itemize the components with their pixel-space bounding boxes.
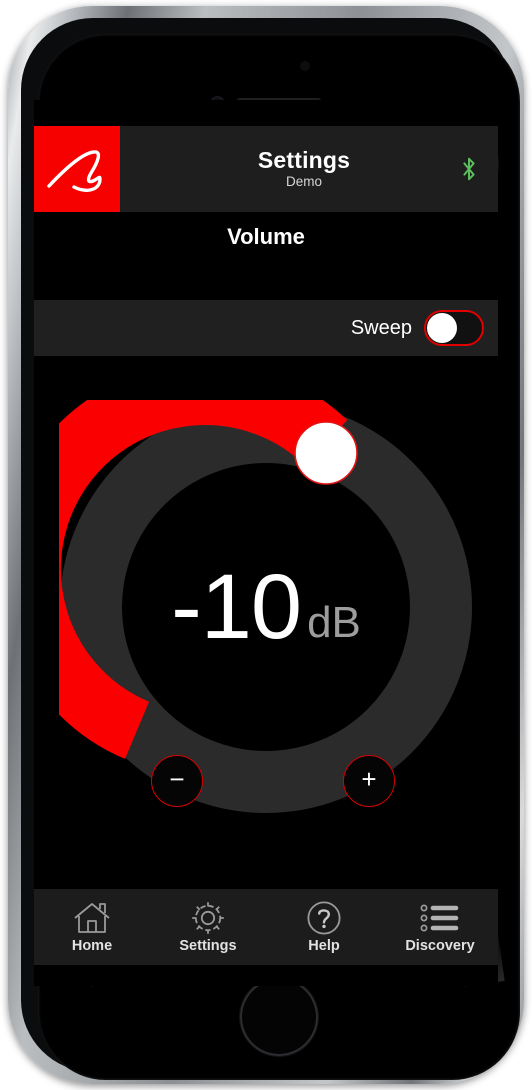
sweep-label: Sweep [350, 316, 412, 339]
martin-logan-signature-logo [47, 150, 102, 192]
sweep-row: Sweep [34, 300, 498, 356]
volume-dial[interactable]: -10 dB [59, 400, 473, 814]
tab-help-label: Help [308, 938, 340, 954]
volume-decrease-button[interactable]: − [151, 755, 203, 807]
page-subtitle: Demo [285, 174, 322, 190]
tab-discovery-label: Discovery [405, 938, 475, 954]
volume-increase-button[interactable]: + [343, 755, 395, 807]
dial-track [60, 401, 472, 813]
sweep-toggle-knob [427, 313, 457, 343]
gear-icon [189, 899, 227, 937]
proximity-sensor-icon [300, 61, 310, 71]
dial-handle[interactable] [294, 421, 358, 485]
header-titles: Settings Demo [110, 146, 498, 190]
tab-settings-label: Settings [179, 938, 237, 954]
tab-home-label: Home [71, 938, 113, 954]
page-title: Settings [257, 146, 351, 173]
question-circle-icon [306, 899, 342, 937]
tab-home[interactable]: Home [34, 889, 150, 954]
bluetooth-icon[interactable] [460, 156, 478, 182]
sweep-toggle[interactable] [424, 310, 484, 346]
tab-help[interactable]: Help [266, 889, 382, 954]
bottom-tab-bar: Home Settings Help Discovery [34, 888, 498, 965]
tab-settings[interactable]: Settings [150, 889, 266, 954]
screenshot-root: Settings Demo Volume Sweep -10 dB − + Ho… [0, 0, 532, 1090]
section-title: Volume [227, 224, 305, 249]
volume-dial-gauge[interactable] [59, 400, 473, 814]
volume-decrease-label: − [169, 764, 185, 794]
tab-discovery[interactable]: Discovery [382, 889, 498, 954]
list-icon [419, 899, 461, 937]
volume-increase-label: + [361, 764, 377, 794]
home-button[interactable] [240, 978, 318, 1056]
brand-logo [34, 126, 120, 212]
app-screen: Settings Demo Volume Sweep -10 dB − + Ho… [34, 100, 498, 986]
home-icon [72, 899, 112, 937]
app-header: Settings Demo [34, 126, 498, 212]
